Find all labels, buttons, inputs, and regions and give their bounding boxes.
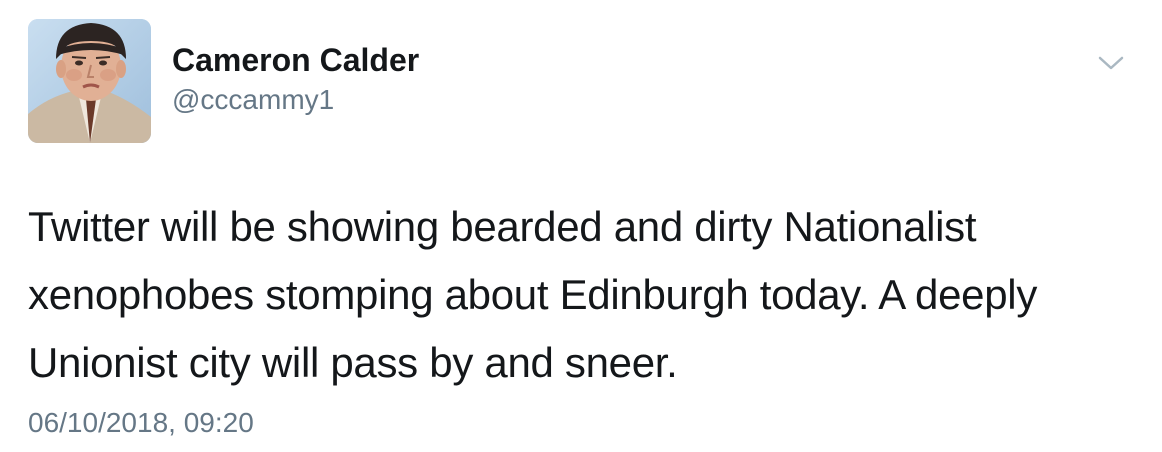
tweet-text-line: Unionist city will pass by and sneer. bbox=[28, 339, 678, 386]
tweet-card: Cameron Calder @cccammy1 Twitter will be… bbox=[0, 0, 1162, 452]
tweet-text-line: Twitter will be showing bearded and dirt… bbox=[28, 203, 977, 250]
author-handle[interactable]: @cccammy1 bbox=[172, 84, 334, 116]
avatar-image bbox=[28, 19, 151, 143]
author-display-name[interactable]: Cameron Calder bbox=[172, 42, 419, 79]
tweet-timestamp[interactable]: 06/10/2018, 09:20 bbox=[28, 407, 254, 439]
chevron-down-icon[interactable] bbox=[1097, 53, 1125, 73]
tweet-text-line: xenophobes stomping about Edinburgh toda… bbox=[28, 271, 1038, 318]
chevron-down-icon-graphic bbox=[1098, 56, 1124, 70]
author-avatar[interactable] bbox=[28, 19, 151, 143]
tweet-text: Twitter will be showing bearded and dirt… bbox=[28, 193, 1138, 397]
